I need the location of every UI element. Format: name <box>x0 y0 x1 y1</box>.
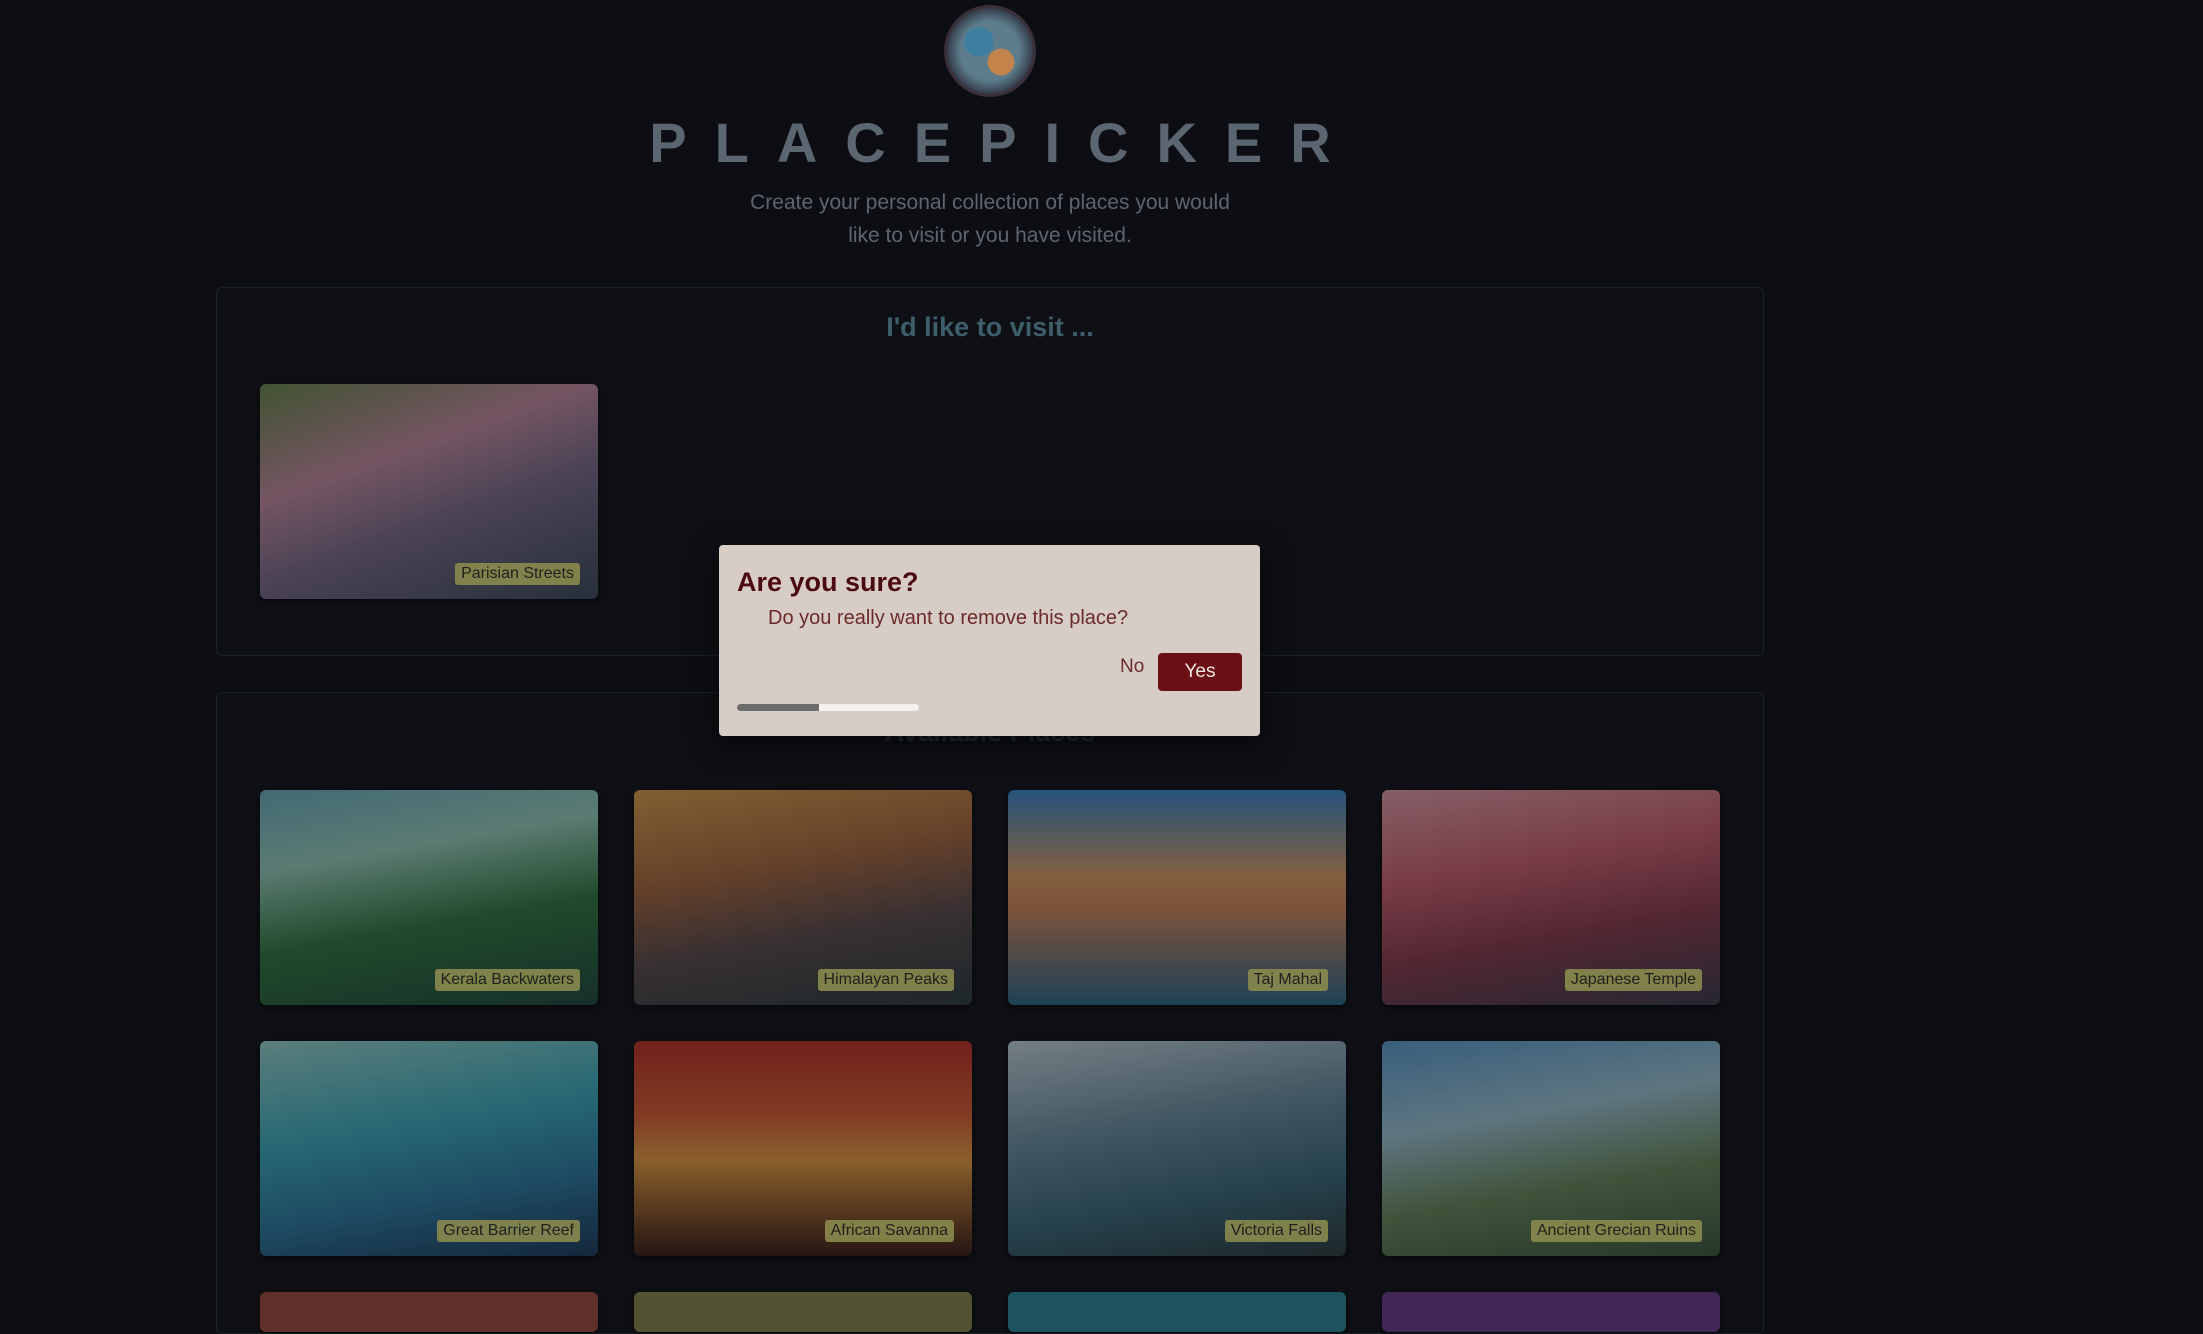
yes-button[interactable]: Yes <box>1158 653 1242 691</box>
dialog-message: Do you really want to remove this place? <box>768 607 1129 629</box>
confirm-dialog: Are you sure? Do you really want to remo… <box>719 545 1260 736</box>
dialog-title: Are you sure? <box>737 567 919 597</box>
progress-fill <box>737 704 819 711</box>
auto-confirm-progress-bar <box>737 704 919 711</box>
no-button[interactable]: No <box>1114 652 1150 682</box>
